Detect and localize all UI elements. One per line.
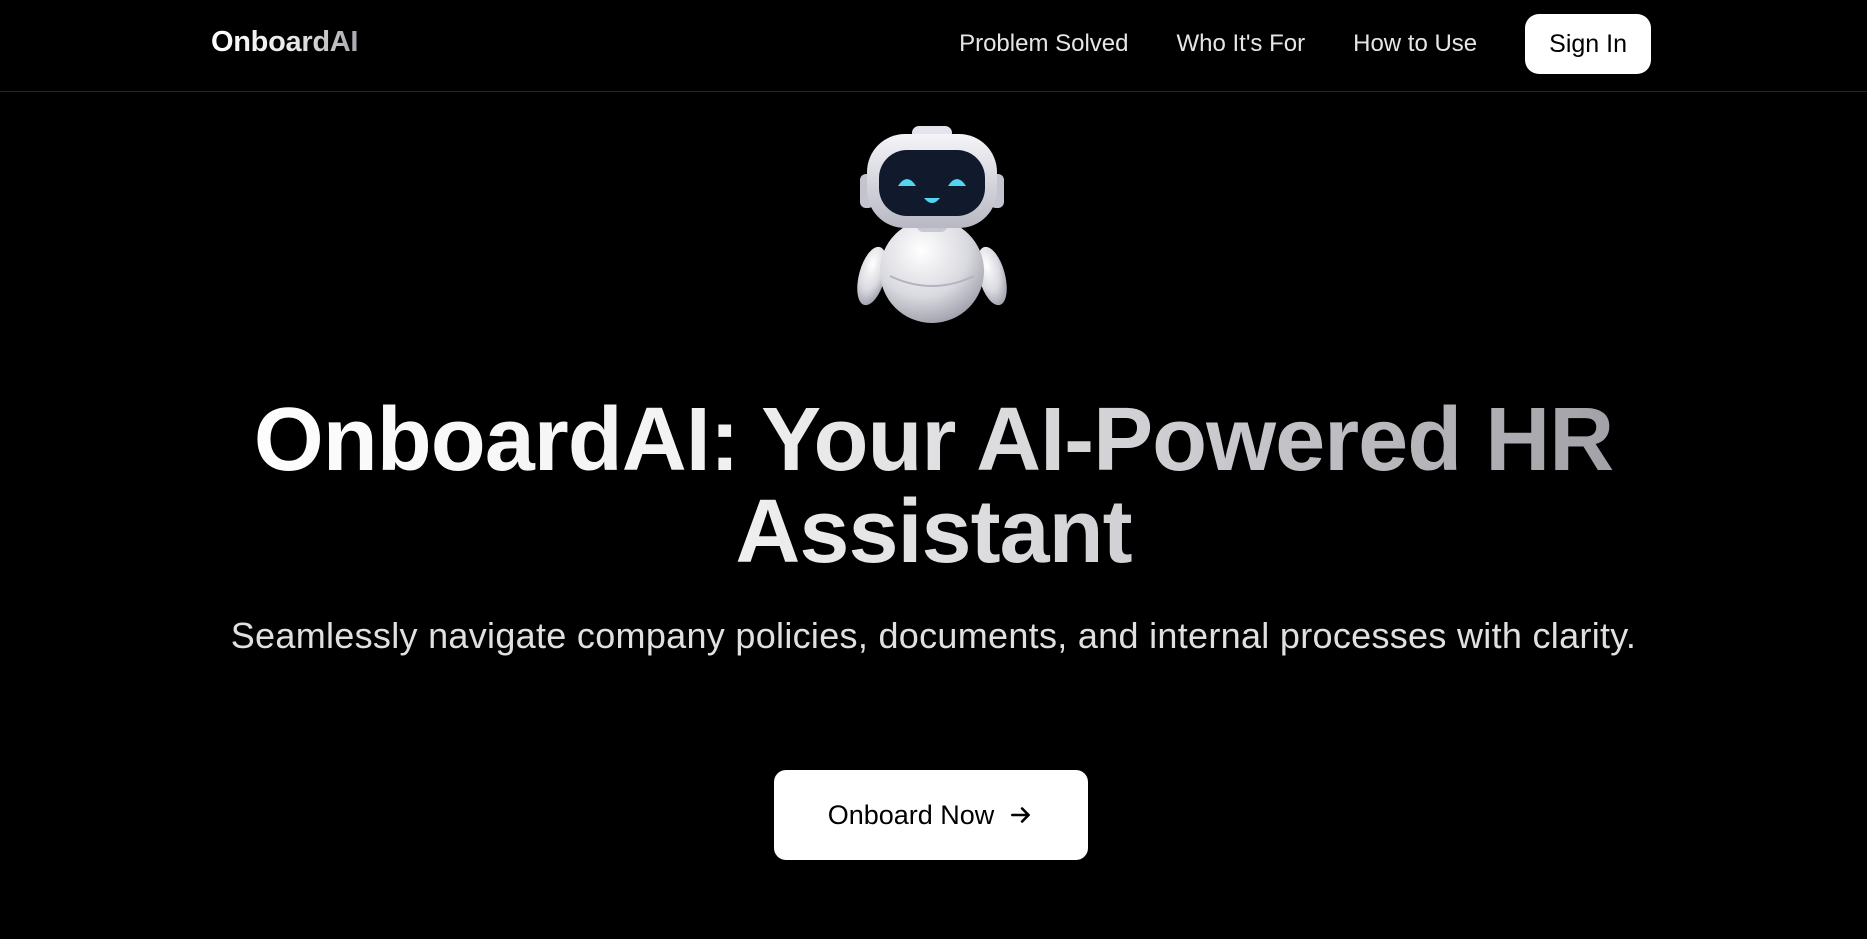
navbar: OnboardAI Problem Solved Who It's For Ho… bbox=[0, 0, 1867, 92]
hero-headline-line-1: OnboardAI: Your AI-Powered HR bbox=[253, 390, 1614, 490]
hero-subtitle: Seamlessly navigate company policies, do… bbox=[230, 615, 1637, 656]
hero-section: OnboardAI: Your AI-Powered HR Assistant … bbox=[0, 92, 1867, 939]
onboard-now-label: Onboard Now bbox=[827, 799, 995, 830]
nav-link-who-its-for[interactable]: Who It's For bbox=[1177, 30, 1306, 58]
arrow-right-icon bbox=[1011, 807, 1031, 823]
sign-in-button[interactable]: Sign In bbox=[1525, 14, 1651, 74]
nav-links: Problem Solved Who It's For How to Use S… bbox=[959, 14, 1651, 74]
hero-headline-line-2: Assistant bbox=[735, 482, 1132, 582]
brand-logo[interactable]: OnboardAI bbox=[211, 26, 358, 59]
hero-headline: OnboardAI: Your AI-Powered HR Assistant bbox=[180, 394, 1687, 578]
onboard-now-button[interactable]: Onboard Now bbox=[774, 770, 1088, 860]
nav-link-how-to-use[interactable]: How to Use bbox=[1353, 30, 1477, 58]
robot-mascot-icon bbox=[857, 126, 1007, 323]
nav-link-problem-solved[interactable]: Problem Solved bbox=[959, 30, 1128, 58]
